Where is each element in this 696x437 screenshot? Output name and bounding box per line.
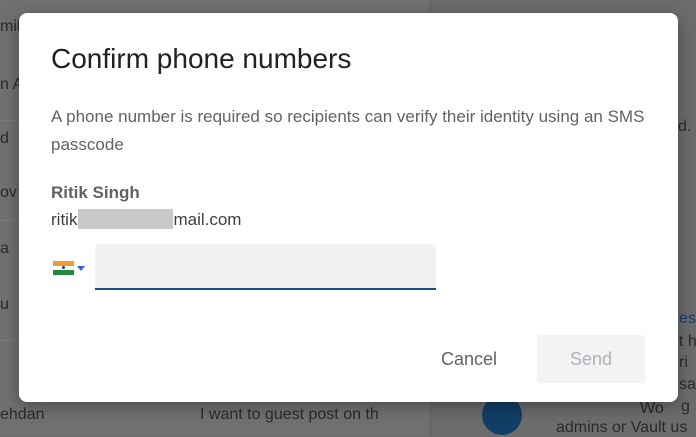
background-text: ri — [679, 354, 688, 371]
background-text: ov — [0, 184, 17, 201]
background-text: g — [681, 398, 690, 415]
recipient-email: ritik mail.com — [51, 209, 241, 230]
send-button[interactable]: Send — [537, 335, 645, 383]
redaction-box — [78, 209, 174, 229]
background-text: es — [679, 310, 696, 327]
india-flag-icon — [53, 261, 74, 275]
email-suffix: mail.com — [173, 210, 242, 229]
background-text: I want to guest post on th — [200, 406, 379, 423]
background-text: a — [0, 240, 9, 257]
background-text: d — [0, 130, 9, 147]
phone-number-input[interactable] — [95, 244, 436, 290]
confirm-phone-dialog: Confirm phone numbers A phone number is … — [19, 13, 678, 402]
background-text: t h — [679, 333, 696, 350]
cancel-button[interactable]: Cancel — [425, 335, 513, 383]
dialog-description: A phone number is required so recipients… — [51, 107, 645, 154]
dropdown-arrow-icon — [77, 265, 85, 271]
background-text: sa — [679, 376, 696, 393]
background-text: d. — [678, 118, 692, 135]
background-text: admins or Vault us — [556, 419, 688, 436]
dialog-title: Confirm phone numbers — [51, 43, 352, 74]
background-text: ehdan — [0, 406, 45, 423]
recipient-name: Ritik Singh — [51, 183, 140, 202]
email-prefix: ritik — [51, 210, 78, 229]
background-text: u — [0, 296, 9, 313]
background-text: Wo — [640, 400, 664, 417]
country-code-selector[interactable] — [53, 257, 89, 279]
